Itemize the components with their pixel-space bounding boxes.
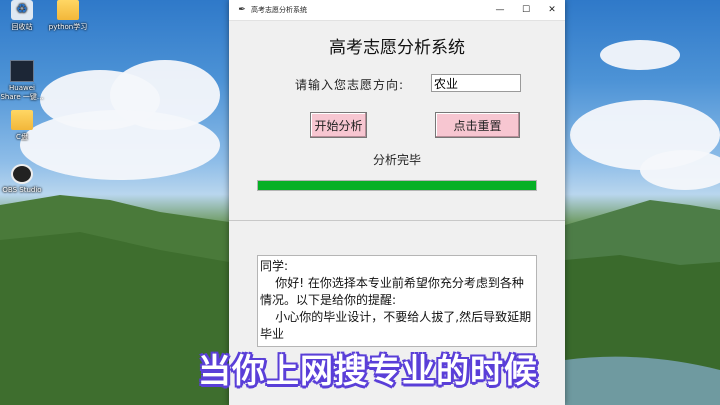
app-feather-icon: ✒ [238, 5, 246, 15]
maximize-button[interactable]: ☐ [513, 0, 539, 20]
reset-button[interactable]: 点击重置 [435, 112, 520, 138]
section-divider [229, 220, 565, 221]
folder-icon [11, 110, 33, 130]
video-subtitle: 当你上网搜专业的时候 [198, 351, 538, 390]
desktop-icon-label: Huawei Share 一键... [0, 84, 44, 101]
close-button[interactable]: ✕ [539, 0, 565, 20]
recycle-bin-icon: ♻ [11, 0, 33, 20]
status-text: 分析完毕 [372, 153, 421, 167]
obs-icon [11, 164, 33, 184]
desktop-icon-label: OBS Studio [2, 186, 42, 194]
desktop-icon-c-drive-folder[interactable]: C盘 [0, 110, 44, 142]
folder-icon [57, 0, 79, 20]
window-title: 高考志愿分析系统 [251, 7, 307, 14]
desktop-icon-label: C盘 [16, 133, 28, 141]
direction-prompt-label: 请输入您志愿方向: [295, 78, 405, 92]
desktop-icon-huawei-share[interactable]: Huawei Share 一键... [0, 60, 44, 102]
advice-textbox[interactable]: 同学: 你好! 在你选择本专业前希望你充分考虑到各种情况。以下是给你的提醒: 小… [257, 255, 537, 347]
desktop-icon-recycle-bin[interactable]: ♻ 回收站 [0, 0, 44, 32]
start-analysis-button[interactable]: 开始分析 [310, 112, 367, 138]
progress-bar-fill [258, 181, 536, 190]
app-heading: 高考志愿分析系统 [329, 38, 465, 58]
desktop-icon-obs-studio[interactable]: OBS Studio [0, 164, 44, 194]
progress-bar [257, 180, 537, 191]
minimize-button[interactable]: — [487, 0, 513, 20]
video-file-icon [10, 60, 34, 82]
desktop-icon-label: 回收站 [11, 23, 33, 31]
direction-input[interactable] [431, 74, 521, 92]
window-titlebar[interactable]: ✒ 高考志愿分析系统 — ☐ ✕ [229, 0, 565, 21]
desktop-icon-label: python学习 [48, 23, 88, 31]
desktop-icon-python-folder[interactable]: python学习 [46, 0, 90, 32]
